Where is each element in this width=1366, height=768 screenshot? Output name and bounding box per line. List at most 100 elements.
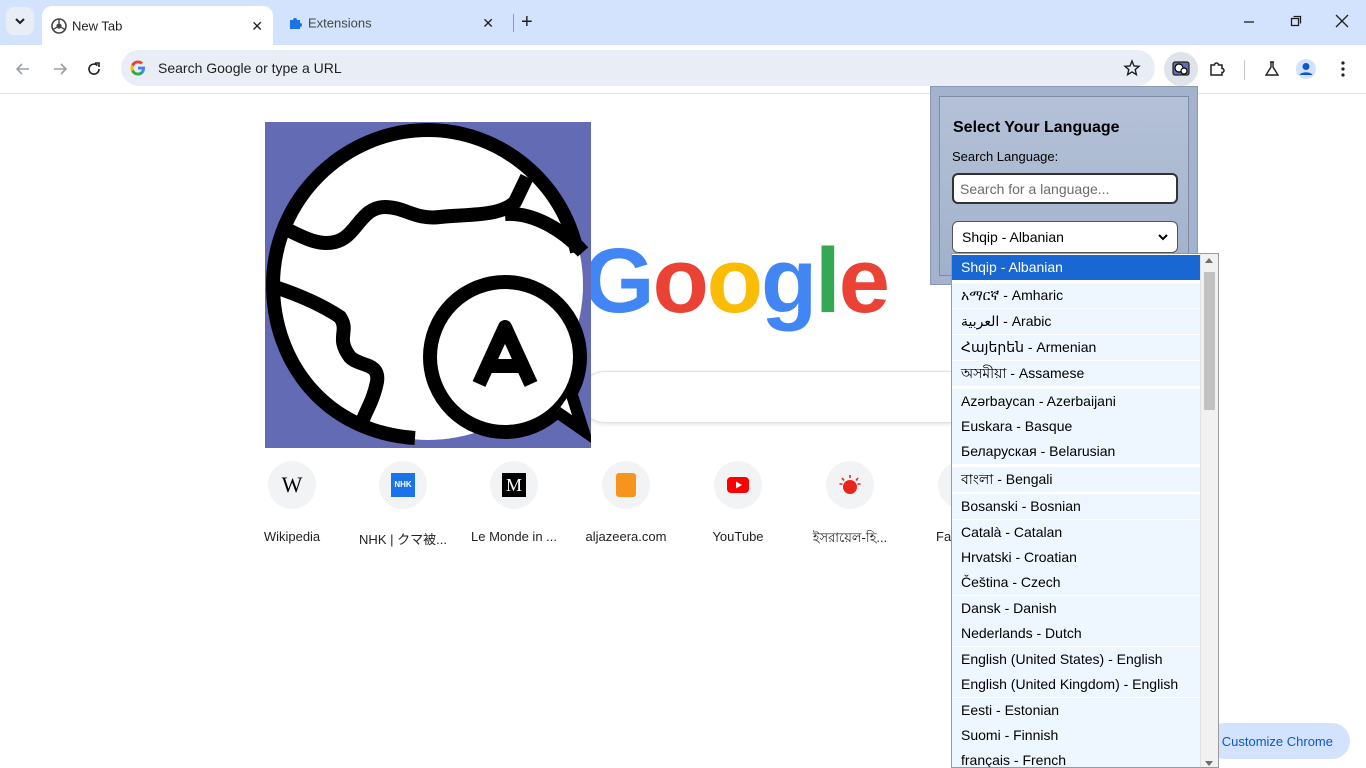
profile-button[interactable]	[1292, 55, 1320, 83]
language-option[interactable]: বাংলা - Bengali	[952, 467, 1202, 492]
close-tab-icon[interactable]: ✕	[251, 19, 263, 33]
language-option[interactable]: Eesti - Estonian	[952, 698, 1202, 723]
omnibox-text: Search Google or type a URL	[158, 60, 342, 76]
shortcut-label: Le Monde in ...	[471, 529, 557, 544]
logo-letter: l	[815, 230, 841, 332]
language-option[interactable]: Беларуская - Belarusian	[952, 439, 1202, 464]
globe-chat-icon	[265, 122, 595, 445]
tab-title: New Tab	[72, 18, 123, 33]
chevron-down-icon	[15, 18, 25, 25]
tab-extensions[interactable]: Extensions ✕	[278, 6, 504, 39]
language-option[interactable]: Hrvatski - Croatian	[952, 545, 1202, 570]
omnibox[interactable]: Search Google or type a URL	[121, 50, 1155, 86]
shortcut-partial[interactable]: Fa	[914, 461, 954, 544]
language-option[interactable]: Bosanski - Bosnian	[952, 494, 1202, 519]
language-option[interactable]: Euskara - Basque	[952, 414, 1202, 439]
logo-letter: g	[760, 230, 817, 332]
language-option[interactable]: Dansk - Danish	[952, 596, 1202, 621]
labs-button[interactable]	[1258, 55, 1286, 83]
toolbar-divider	[1244, 60, 1245, 80]
chrome-icon	[51, 17, 67, 34]
shortcut-label: aljazeera.com	[585, 529, 667, 544]
shortcut-label: Wikipedia	[263, 529, 321, 544]
logo-letter: o	[706, 230, 763, 332]
shortcut-wikipedia[interactable]: W Wikipedia	[244, 461, 340, 544]
shortcut-label: ইসরায়েল-হি...	[812, 530, 888, 545]
logo-letter: e	[838, 230, 890, 332]
dropdown-scrollbar[interactable]	[1200, 254, 1218, 767]
translate-extension-icon	[1172, 61, 1190, 76]
language-option[interactable]: Shqip - Albanian	[952, 255, 1202, 280]
shortcut-nhk[interactable]: NHK NHK | クマ被...	[355, 461, 451, 548]
shortcut-label: YouTube	[712, 529, 764, 544]
tab-title: Extensions	[308, 15, 372, 30]
close-window-button[interactable]	[1335, 10, 1349, 42]
language-extension-button[interactable]	[1164, 52, 1198, 86]
tab-new-tab[interactable]: New Tab ✕	[42, 6, 273, 45]
language-search-input[interactable]: Search for a language...	[952, 173, 1178, 204]
google-icon	[130, 60, 146, 81]
tab-search-button[interactable]	[6, 7, 34, 35]
shortcut-bengali-news[interactable]: ইসরায়েল-হি...	[802, 461, 898, 550]
le-monde-icon: M	[490, 461, 538, 509]
language-option[interactable]: অসমীয়া - Assamese	[952, 361, 1202, 386]
aljazeera-icon	[602, 461, 650, 509]
language-option[interactable]: English (United States) - English	[952, 647, 1202, 672]
menu-button[interactable]	[1329, 55, 1357, 83]
sun-icon	[826, 461, 874, 509]
forward-button[interactable]	[48, 57, 72, 81]
language-option[interactable]: English (United Kingdom) - English	[952, 672, 1202, 697]
language-option[interactable]: Català - Catalan	[952, 520, 1202, 545]
language-select[interactable]: Shqip - Albanian	[952, 221, 1178, 253]
language-option[interactable]: Suomi - Finnish	[952, 723, 1202, 748]
logo-letter: o	[652, 230, 709, 332]
language-option[interactable]: Čeština - Czech	[952, 570, 1202, 595]
ntp-search-box[interactable]	[580, 371, 951, 423]
restore-button[interactable]	[1290, 10, 1302, 42]
shortcut-label: NHK | クマ被...	[359, 532, 447, 547]
more-vert-icon	[1341, 61, 1345, 77]
selected-language: Shqip - Albanian	[962, 229, 1064, 245]
reload-button[interactable]	[82, 57, 106, 81]
customize-label: Customize Chrome	[1221, 733, 1333, 749]
close-tab-icon[interactable]: ✕	[482, 16, 494, 30]
google-logo: Google	[583, 226, 890, 336]
puzzle-icon	[1210, 62, 1225, 76]
flask-icon	[1264, 61, 1280, 76]
translate-overlay-image	[265, 122, 595, 448]
language-option[interactable]: Azərbaycan - Azerbaijani	[952, 389, 1202, 414]
reload-icon	[88, 62, 100, 75]
language-option[interactable]: العربية - Arabic	[952, 309, 1202, 334]
extensions-button[interactable]	[1203, 55, 1231, 83]
language-option[interactable]: français - French	[952, 748, 1202, 767]
nhk-icon: NHK	[379, 461, 427, 509]
new-tab-button[interactable]: +	[521, 10, 533, 34]
scrollbar-thumb[interactable]	[1204, 272, 1215, 410]
tab-strip: New Tab ✕ Extensions ✕ +	[0, 0, 1366, 45]
scroll-down-icon[interactable]	[1205, 761, 1213, 766]
wikipedia-icon: W	[268, 461, 316, 509]
tab-separator	[513, 14, 514, 32]
popup-title: Select Your Language	[953, 119, 1120, 136]
minimize-button[interactable]	[1243, 10, 1255, 42]
shortcut-label: Fa	[936, 529, 952, 544]
customize-chrome-button[interactable]: Customize Chrome	[1206, 723, 1350, 759]
shortcut-youtube[interactable]: YouTube	[690, 461, 786, 544]
shortcut-le-monde[interactable]: M Le Monde in ...	[466, 461, 562, 544]
shortcut-aljazeera[interactable]: aljazeera.com	[578, 461, 674, 544]
search-language-label: Search Language:	[952, 149, 1059, 164]
language-option[interactable]: አማርኛ - Amharic	[952, 283, 1202, 308]
back-button[interactable]	[11, 57, 35, 81]
language-option[interactable]: Հայերեն - Armenian	[952, 335, 1202, 360]
popup-panel: Select Your Language Search Language: Se…	[939, 96, 1189, 276]
arrow-left-icon	[15, 63, 29, 75]
scroll-up-icon[interactable]	[1205, 258, 1213, 263]
logo-letter: G	[583, 230, 655, 332]
puzzle-icon	[287, 15, 303, 31]
star-icon[interactable]	[1123, 59, 1141, 82]
arrow-right-icon	[54, 63, 68, 75]
language-dropdown-list[interactable]: Shqip - Albanian አማርኛ - Amharic العربية …	[951, 253, 1219, 768]
chevron-down-icon	[1157, 230, 1169, 246]
language-option[interactable]: Nederlands - Dutch	[952, 621, 1202, 646]
youtube-icon	[714, 461, 762, 509]
